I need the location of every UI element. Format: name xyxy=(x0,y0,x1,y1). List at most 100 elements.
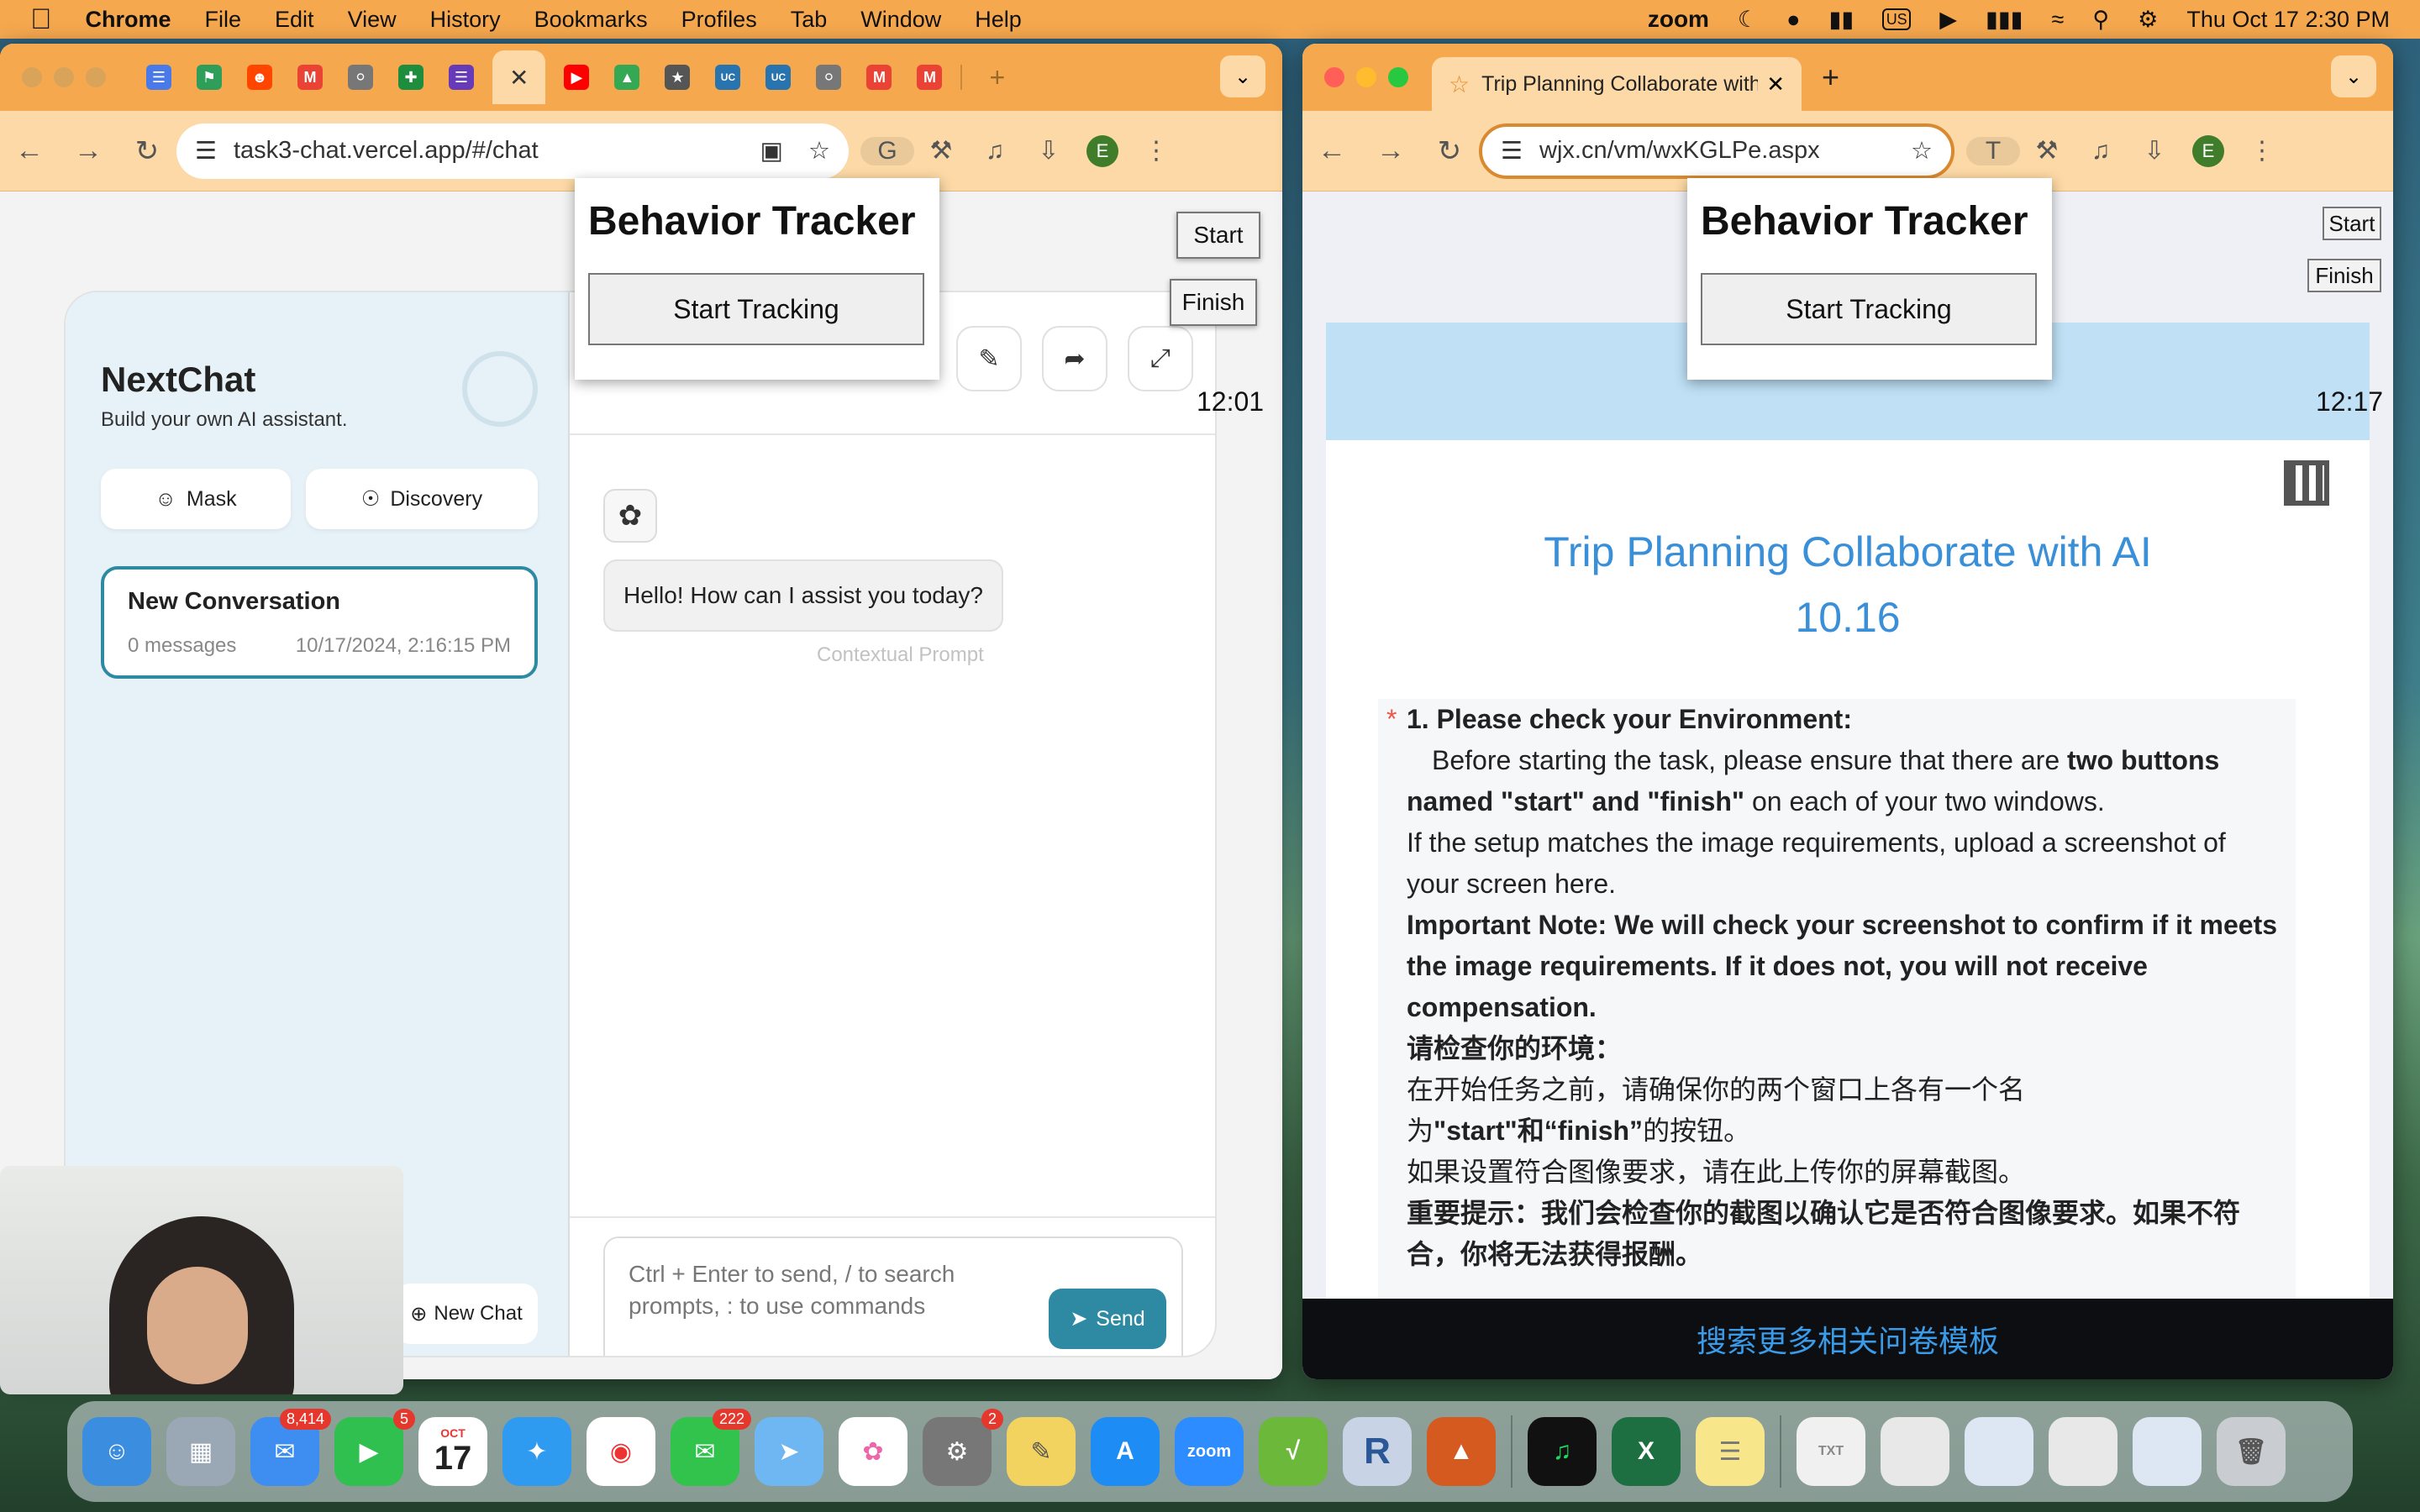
zoom-video-preview[interactable] xyxy=(0,1166,403,1394)
start-button-right[interactable]: Start xyxy=(2323,207,2381,240)
start-button[interactable]: Start xyxy=(1176,212,1260,259)
wifi-icon[interactable]: ≈ xyxy=(2052,7,2065,33)
qr-code-icon[interactable] xyxy=(2284,460,2329,506)
chrome-icon[interactable]: ◉ xyxy=(587,1417,655,1486)
zoom-status-icon[interactable]: zoom xyxy=(1648,6,1709,33)
sheets-tab-icon[interactable]: ✚ xyxy=(398,65,424,90)
safari-icon[interactable]: ✦ xyxy=(502,1417,571,1486)
media-control-icon[interactable]: ♫ xyxy=(968,137,1022,165)
maps-tab-icon[interactable]: ⚑ xyxy=(197,65,222,90)
stickies-icon[interactable]: ✎ xyxy=(1007,1417,1076,1486)
finder-icon[interactable]: ☺ xyxy=(82,1417,151,1486)
menu-tab[interactable]: Tab xyxy=(791,7,828,33)
extension-tab-icon[interactable]: ★ xyxy=(665,65,691,90)
close-window-icon[interactable] xyxy=(22,67,42,87)
start-tracking-button-right[interactable]: Start Tracking xyxy=(1701,273,2037,345)
drive-tab-icon[interactable]: ▲ xyxy=(614,65,640,90)
forms-tab-icon[interactable]: ☰ xyxy=(449,65,474,90)
recent-doc-icon-3[interactable] xyxy=(2049,1417,2118,1486)
start-tracking-button[interactable]: Start Tracking xyxy=(588,273,924,345)
matlab-icon[interactable]: ▲ xyxy=(1427,1417,1496,1486)
forward-arrow-icon-right[interactable]: → xyxy=(1361,134,1420,167)
menu-profiles[interactable]: Profiles xyxy=(681,7,757,33)
globe-tab-icon[interactable]: ⚪ xyxy=(348,65,373,90)
spotify-icon[interactable]: ♫ xyxy=(1528,1417,1597,1486)
extensions-puzzle-icon[interactable]: ⚒ xyxy=(914,136,968,165)
gmail-tab-icon-2[interactable]: M xyxy=(866,65,892,90)
grammarly-ext-icon[interactable]: G xyxy=(860,136,914,165)
launchpad-icon[interactable]: ▦ xyxy=(166,1417,235,1486)
finish-button[interactable]: Finish xyxy=(1170,279,1257,326)
minimize-window-icon[interactable] xyxy=(54,67,74,87)
address-bar-right[interactable]: ☰ wjx.cn/vm/wxKGLPe.aspx ☆ xyxy=(1479,123,1954,179)
clock-datetime[interactable]: Thu Oct 17 2:30 PM xyxy=(2186,7,2390,33)
calendar-icon[interactable]: OCT 17 xyxy=(418,1417,487,1486)
new-tab-plus-icon-right[interactable]: + xyxy=(1822,60,1839,95)
system-settings-icon[interactable]: ⚙ 2 xyxy=(923,1409,1003,1486)
share-icon[interactable]: ➦ xyxy=(1042,326,1107,391)
more-menu-icon[interactable]: ⋮ xyxy=(1129,136,1183,165)
minimize-window-icon-right[interactable] xyxy=(1356,67,1376,87)
back-arrow-icon-right[interactable]: ← xyxy=(1302,134,1361,167)
spotlight-search-icon[interactable]: ⚲ xyxy=(2092,7,2109,33)
profile-ext-icon[interactable]: T xyxy=(1966,136,2020,165)
url-text[interactable]: task3-chat.vercel.app/#/chat xyxy=(234,137,539,165)
menu-history[interactable]: History xyxy=(430,7,501,33)
new-tab-plus-icon[interactable]: + xyxy=(989,62,1005,93)
back-arrow-icon[interactable]: ← xyxy=(0,134,59,167)
extensions-puzzle-icon-right[interactable]: ⚒ xyxy=(2020,136,2074,165)
profile-avatar[interactable]: E xyxy=(1076,134,1129,167)
site-settings-icon[interactable]: ☰ xyxy=(195,136,217,165)
edit-pencil-icon[interactable]: ✎ xyxy=(956,326,1022,391)
menu-bookmarks[interactable]: Bookmarks xyxy=(534,7,648,33)
zoom-window-icon[interactable] xyxy=(86,67,106,87)
moon-icon[interactable]: ☾ xyxy=(1738,7,1758,33)
battery-icon[interactable]: ▮▮▮ xyxy=(1986,7,2023,33)
profile-avatar-right[interactable]: E xyxy=(2181,134,2235,167)
photos-icon[interactable]: ✿ xyxy=(839,1417,908,1486)
menu-app-name[interactable]: Chrome xyxy=(86,7,171,33)
audio-bars-icon[interactable]: ▮▮ xyxy=(1828,7,1854,33)
more-templates-link[interactable]: 搜索更多相关问卷模板 xyxy=(1302,1299,2393,1379)
tab-search-chevron-icon-right[interactable]: ⌄ xyxy=(2331,55,2376,97)
control-center-icon[interactable]: ⚙ xyxy=(2138,7,2158,33)
trash-icon[interactable]: 🗑 xyxy=(2217,1417,2286,1486)
site-settings-icon-right[interactable]: ☰ xyxy=(1501,136,1523,165)
url-text-right[interactable]: wjx.cn/vm/wxKGLPe.aspx xyxy=(1539,137,1820,165)
discovery-button[interactable]: ☉ Discovery xyxy=(306,469,538,529)
keyboard-input-icon[interactable]: US xyxy=(1882,8,1912,30)
close-window-icon-right[interactable] xyxy=(1324,67,1344,87)
mail-icon[interactable]: ✉ 8,414 xyxy=(250,1409,331,1486)
ucla-tab-icon[interactable]: UC xyxy=(715,65,741,90)
reload-icon-right[interactable]: ↻ xyxy=(1420,134,1479,168)
grammarly-icon[interactable]: ● xyxy=(1786,7,1800,33)
tab-search-chevron-icon[interactable]: ⌄ xyxy=(1220,55,1265,97)
menu-view[interactable]: View xyxy=(348,7,397,33)
mask-button[interactable]: ☺ Mask xyxy=(101,469,291,529)
reddit-tab-icon[interactable]: ☻ xyxy=(247,65,272,90)
close-tab-icon-right[interactable]: ✕ xyxy=(1766,71,1785,97)
fullscreen-icon[interactable]: ⤢ xyxy=(1128,326,1193,391)
recent-doc-icon-1[interactable] xyxy=(1881,1417,1949,1486)
new-chat-button[interactable]: ⊕ New Chat xyxy=(395,1284,538,1344)
recent-doc-icon-4[interactable] xyxy=(2133,1417,2202,1486)
jamovi-icon[interactable]: √ xyxy=(1259,1417,1328,1486)
media-control-icon-right[interactable]: ♫ xyxy=(2074,137,2128,165)
active-tab-right[interactable]: ☆ Trip Planning Collaborate with ✕ xyxy=(1432,57,1802,111)
apple-icon[interactable]:  xyxy=(30,3,52,36)
r-app-icon[interactable]: R xyxy=(1343,1417,1412,1486)
install-app-icon[interactable]: ▣ xyxy=(760,136,783,165)
menu-edit[interactable]: Edit xyxy=(275,7,314,33)
menu-file[interactable]: File xyxy=(205,7,242,33)
ucla-tab-icon-2[interactable]: UC xyxy=(765,65,792,90)
globe-tab-icon-2[interactable]: ⚪ xyxy=(816,65,842,90)
download-icon-right[interactable]: ⇩ xyxy=(2128,136,2181,165)
close-tab-icon[interactable]: ✕ xyxy=(509,64,529,92)
gmail-tab-icon-3[interactable]: M xyxy=(917,65,943,90)
maps-icon[interactable]: ➤ xyxy=(755,1417,823,1486)
download-icon[interactable]: ⇩ xyxy=(1022,136,1076,165)
youtube-tab-icon[interactable]: ▶ xyxy=(564,65,590,90)
play-icon[interactable]: ▶ xyxy=(1939,7,1957,33)
docs-tab-icon[interactable]: ☰ xyxy=(146,65,171,90)
active-tab[interactable]: ✕ xyxy=(492,50,546,104)
